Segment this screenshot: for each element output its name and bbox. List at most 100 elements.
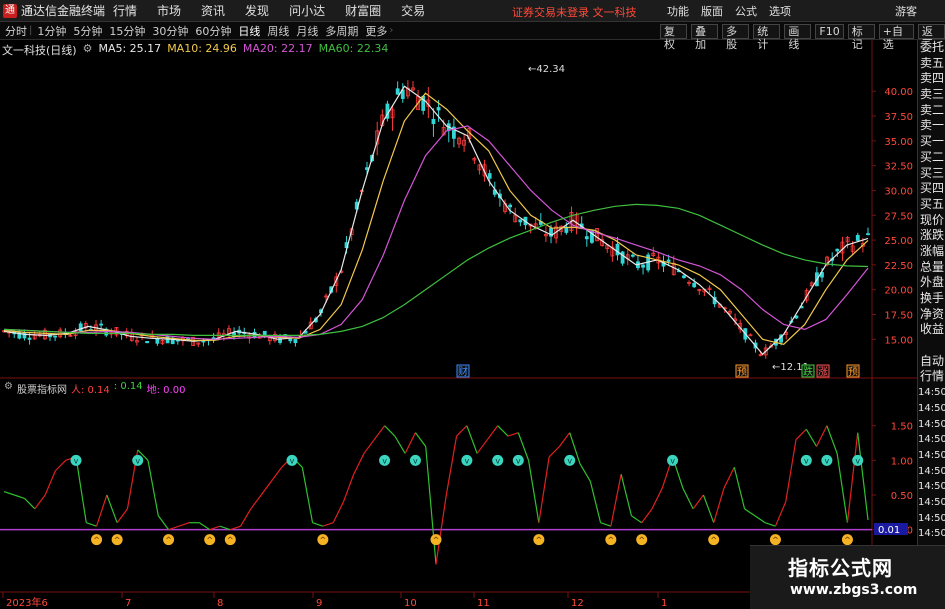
statistics-button[interactable]: 统计 xyxy=(753,24,781,51)
chevron-right-icon[interactable]: › xyxy=(389,25,393,36)
candle-body xyxy=(191,336,196,347)
candle-body xyxy=(12,331,17,335)
event-tag: 财 xyxy=(458,365,468,378)
side-item-auto[interactable]: 自动 xyxy=(918,354,945,370)
candle-body xyxy=(288,337,293,342)
side-item-quote[interactable]: 行情 xyxy=(918,369,945,385)
buy-signal-marker xyxy=(317,534,329,546)
menu-item-hangqing[interactable]: 行情 xyxy=(113,2,137,19)
multi-stock-button[interactable]: 多股 xyxy=(722,24,750,51)
side-time: 14:50 xyxy=(918,481,945,493)
tab-more[interactable]: 更多 xyxy=(365,23,387,39)
indicator-segment xyxy=(86,522,97,527)
tab-5min[interactable]: 5分钟 xyxy=(73,23,102,39)
menu-item-banmian[interactable]: 版面 xyxy=(701,3,723,19)
candle-body xyxy=(370,155,374,162)
menu-item-jiaoyi[interactable]: 交易 xyxy=(401,2,425,19)
candle-body xyxy=(211,337,216,340)
menu-item-wenxiaoda[interactable]: 问小达 xyxy=(289,2,325,19)
indicator-segment xyxy=(394,435,406,454)
event-tag: 预 xyxy=(737,366,747,378)
candle-body xyxy=(257,334,262,339)
candle-body xyxy=(809,282,814,287)
side-time: 14:50 xyxy=(918,512,945,524)
overlay-button[interactable]: 叠加 xyxy=(691,24,719,51)
side-item-weituo[interactable]: 委托 xyxy=(918,40,945,56)
tab-fenshi[interactable]: 分时 xyxy=(5,23,27,39)
buy-signal-marker xyxy=(224,534,236,546)
tab-daily[interactable]: 日线 xyxy=(238,23,260,39)
menu-item-gongneng[interactable]: 功能 xyxy=(667,3,689,19)
tab-30min[interactable]: 30分钟 xyxy=(152,23,188,39)
candle-body xyxy=(620,251,625,264)
candle-body xyxy=(298,334,303,337)
price-tick-label: 32.50 xyxy=(884,162,913,173)
chart-area[interactable]: 15.00 17.50 20.00 22.50 25.00 27.50 30.00 32.50… xyxy=(0,0,945,609)
indicator-segment xyxy=(754,515,766,524)
event-tag-box xyxy=(456,364,470,378)
indicator-segment xyxy=(816,425,828,447)
price-tick-label: 22.50 xyxy=(884,261,913,272)
menu-item-gongshi[interactable]: 公式 xyxy=(735,3,757,19)
candle-body xyxy=(170,337,175,345)
buy-signal-marker xyxy=(636,534,648,546)
watermark-url: www.zbgs3.com xyxy=(790,582,918,598)
menu-item-zixun[interactable]: 资讯 xyxy=(201,2,225,19)
candle-body xyxy=(73,331,78,337)
buy-signal-marker xyxy=(708,534,720,546)
side-item-buy3: 买三 xyxy=(919,165,944,180)
settings-icon[interactable]: ⚙ xyxy=(83,42,93,58)
side-item-outer: 外盘 xyxy=(919,275,944,290)
indicator-segment xyxy=(548,446,560,458)
candle-body xyxy=(354,201,359,210)
candle-body xyxy=(702,288,707,293)
draw-line-button[interactable]: 画线 xyxy=(784,24,812,51)
time-tick-label: 10 xyxy=(404,598,417,609)
menu-item-caifuquan[interactable]: 财富圈 xyxy=(345,2,381,19)
tab-monthly[interactable]: 月线 xyxy=(296,23,318,39)
fuquan-button[interactable]: 复权 xyxy=(660,24,688,51)
candle-body xyxy=(722,307,727,310)
indicator-name[interactable]: 股票指标网 xyxy=(17,381,67,396)
candle-body xyxy=(114,327,119,336)
menu-item-xuanxiang[interactable]: 选项 xyxy=(769,3,791,19)
candle-body xyxy=(692,282,697,288)
candle-body xyxy=(104,328,109,336)
f10-button[interactable]: F10 xyxy=(815,24,844,39)
indicator-segment xyxy=(322,522,334,527)
chart-markers: ←42.34 ←12.11 财 预 跌涨 预 xyxy=(456,64,860,378)
candle-body xyxy=(17,331,22,339)
candle-body xyxy=(303,330,308,334)
candle-body xyxy=(600,239,605,246)
indicator-segment xyxy=(661,456,674,489)
mark-button[interactable]: 标记 xyxy=(847,24,875,51)
stock-name[interactable]: 文一科技(日线) xyxy=(2,42,77,58)
candlestick-series xyxy=(2,80,870,359)
candle-body xyxy=(89,329,93,331)
tab-60min[interactable]: 60分钟 xyxy=(195,23,231,39)
guest-label[interactable]: 游客 xyxy=(895,3,917,19)
candle-body xyxy=(579,223,584,229)
side-item-sell2: 卖二 xyxy=(919,102,944,117)
time-tick-label: 11 xyxy=(477,598,490,609)
back-button[interactable]: 返回 xyxy=(917,24,945,51)
indicator-segment xyxy=(106,494,118,523)
indicator-segment xyxy=(651,487,663,510)
settings-icon[interactable]: ⚙ xyxy=(4,381,13,396)
tab-weekly[interactable]: 周线 xyxy=(267,23,289,39)
tab-15min[interactable]: 15分钟 xyxy=(109,23,145,39)
add-watchlist-button[interactable]: +自选 xyxy=(878,24,914,51)
menu-item-faxian[interactable]: 发现 xyxy=(245,2,269,19)
login-warning[interactable]: 证券交易未登录 文一科技 xyxy=(512,4,637,20)
candle-body xyxy=(99,323,104,326)
indicator-segment xyxy=(301,467,314,523)
indicator-ren-value: 人: 0.14 xyxy=(70,385,110,396)
event-tag-box xyxy=(846,364,860,378)
tab-multi-period[interactable]: 多周期 xyxy=(325,23,358,39)
candle-body xyxy=(242,332,247,334)
indicator-segment xyxy=(600,522,612,527)
candle-body xyxy=(508,204,513,208)
tab-1min[interactable]: 1分钟 xyxy=(37,23,66,39)
candle-body xyxy=(109,331,114,335)
menu-item-shichang[interactable]: 市场 xyxy=(157,2,181,19)
